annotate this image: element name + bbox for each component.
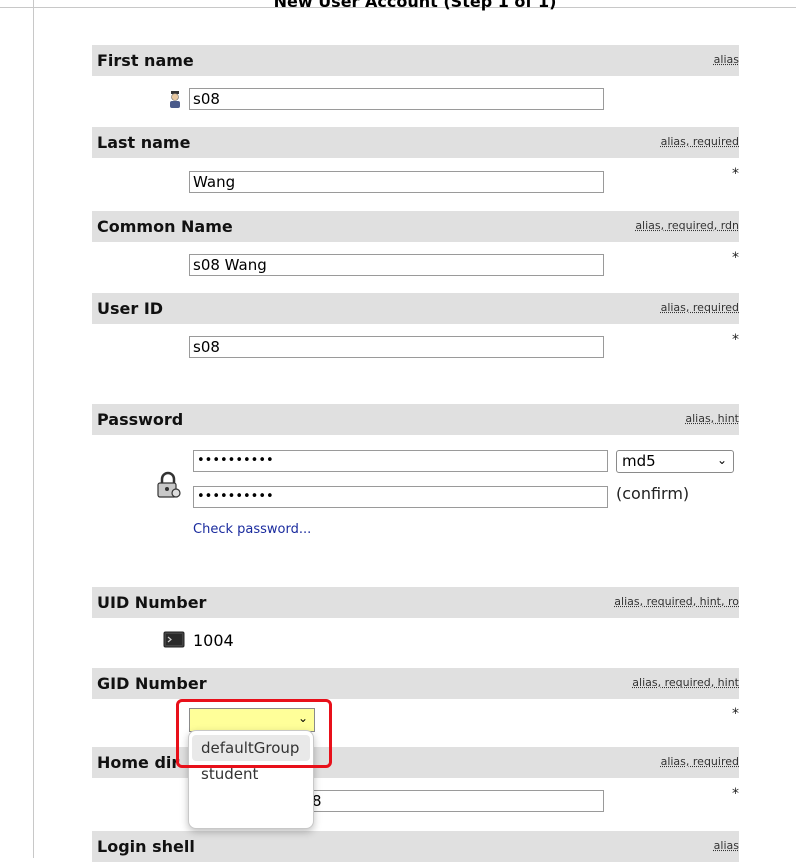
last-name-input[interactable]: Wang [189, 171, 604, 193]
login-shell-label: Login shell [97, 837, 195, 856]
first-name-header: First name alias [92, 45, 739, 76]
common-name-header: Common Name alias, required, rdn [92, 211, 739, 242]
required-marker: * [732, 250, 739, 266]
common-name-flags: alias, required, rdn [635, 219, 739, 232]
hash-algorithm-select[interactable]: md5 ⌄ [616, 450, 734, 473]
user-id-flags: alias, required [660, 301, 739, 314]
padlock-icon [156, 471, 182, 499]
highlight-annotation-box [176, 699, 332, 768]
first-name-label: First name [97, 51, 194, 70]
page-title: New User Account (Step 1 of 1) [273, 0, 557, 11]
login-shell-header: Login shell alias [92, 831, 739, 862]
first-name-input[interactable]: s08 [189, 88, 604, 110]
user-id-header: User ID alias, required [92, 293, 739, 324]
required-marker: * [732, 332, 739, 348]
last-name-header: Last name alias, required [92, 127, 739, 158]
common-name-input[interactable]: s08 Wang [189, 254, 604, 276]
password-input[interactable]: •••••••••• [193, 450, 608, 472]
last-name-label: Last name [97, 133, 191, 152]
left-border [33, 0, 34, 858]
uid-number-header: UID Number alias, required, hint, ro [92, 587, 739, 618]
required-marker: * [732, 706, 739, 722]
login-shell-flags: alias [713, 839, 739, 852]
first-name-flags: alias [713, 53, 739, 66]
check-password-link[interactable]: Check password... [193, 522, 311, 537]
uid-number-label: UID Number [97, 593, 207, 612]
password-confirm-input[interactable]: •••••••••• [193, 486, 608, 508]
user-avatar-icon [168, 90, 182, 108]
last-name-flags: alias, required [660, 135, 739, 148]
uid-number-value: 1004 [193, 631, 234, 650]
common-name-label: Common Name [97, 217, 233, 236]
password-label: Password [97, 410, 184, 429]
required-marker: * [732, 786, 739, 802]
gid-number-header: GID Number alias, required, hint [92, 668, 739, 699]
user-id-label: User ID [97, 299, 164, 318]
password-flags: alias, hint [685, 412, 739, 425]
chevron-down-icon: ⌄ [716, 453, 727, 467]
user-id-input[interactable]: s08 [189, 336, 604, 358]
required-marker: * [732, 166, 739, 182]
password-header: Password alias, hint [92, 404, 739, 435]
hash-algorithm-value: md5 [622, 452, 656, 470]
terminal-icon [163, 631, 185, 648]
uid-number-flags: alias, required, hint, ro [614, 595, 739, 608]
home-directory-label: Home dir [97, 753, 180, 772]
home-directory-flags: alias, required [660, 755, 739, 768]
gid-number-flags: alias, required, hint [632, 676, 739, 689]
gid-number-label: GID Number [97, 674, 207, 693]
confirm-label: (confirm) [616, 484, 690, 503]
